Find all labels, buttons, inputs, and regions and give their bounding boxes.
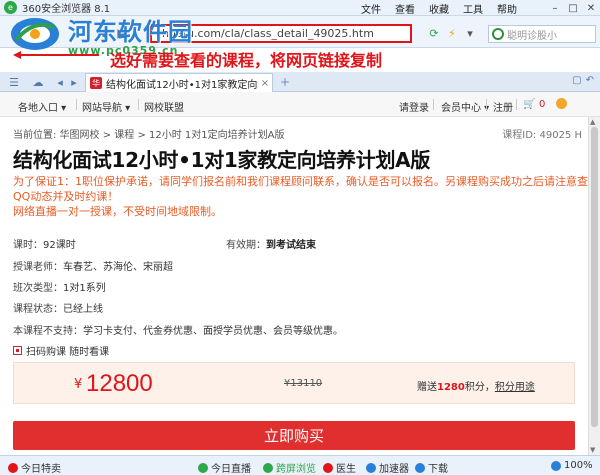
status-zoom[interactable]: 100%	[551, 460, 593, 471]
scrollbar-thumb[interactable]	[591, 127, 598, 427]
status-live[interactable]: 今日直播	[198, 460, 251, 475]
back-icon[interactable]: ◀	[92, 25, 112, 41]
tab-close-icon[interactable]: ×	[258, 78, 272, 89]
close-icon[interactable]: ✕	[582, 0, 600, 16]
address-icons: ⟳ ⚡ ▾	[427, 26, 477, 40]
browser-title: 360安全浏览器 8.1	[22, 4, 111, 15]
menu-list-icon[interactable]: ☰	[6, 75, 22, 89]
tab-active[interactable]: 华 结构化面试12小时•1对1家教定向培养计划A版 ×	[85, 73, 273, 92]
menu-favorites[interactable]: 收藏	[429, 1, 449, 16]
dropdown-icon[interactable]: ▾	[463, 26, 477, 40]
site-favicon-icon: 华	[90, 77, 102, 89]
status-bar: 今日特卖 今日直播 跨屏浏览 医生 加速器 下载 100%	[0, 455, 600, 475]
doctor-icon	[323, 462, 333, 473]
browser-menu: 文件 查看 收藏 工具 帮助	[361, 0, 531, 16]
breadcrumb: 当前位置: 华图网校 > 课程 > 12小时 1对1定向培养计划A版	[13, 130, 285, 141]
menu-tools[interactable]: 工具	[463, 1, 483, 16]
refresh-icon[interactable]: ⟳	[427, 26, 441, 40]
cart-count: 0	[539, 99, 546, 110]
qr-purchase[interactable]: 扫码购课 随时看课	[13, 343, 109, 358]
scrollbar[interactable]: ▲ ▼	[588, 117, 600, 455]
cloud-icon[interactable]: ☁	[30, 75, 46, 89]
window-controls: – □ ✕	[546, 0, 600, 16]
validity-row: 有效期：到考试结束	[226, 240, 316, 251]
nav-entry[interactable]: 各地入口 ▾	[18, 99, 66, 114]
zoom-icon	[551, 460, 561, 471]
restore-icon[interactable]: ▢	[572, 75, 581, 86]
lightning-icon[interactable]: ⚡	[445, 26, 459, 40]
points-usage-link[interactable]: 积分用途	[495, 382, 535, 393]
menu-help[interactable]: 帮助	[497, 1, 517, 16]
notice-line: 为了保证1：1职位保护承诺，请同学们报名前和我们课程顾问联系，确认是否可以报名。…	[13, 175, 588, 188]
price: 12800	[86, 370, 153, 397]
nav-alliance[interactable]: 网校联盟	[144, 99, 184, 114]
nav-divider	[433, 99, 434, 110]
notice: 为了保证1：1职位保护承诺，请同学们报名前和我们课程顾问联系，确认是否可以报名。…	[13, 174, 588, 219]
accelerator-icon	[366, 462, 376, 473]
qr-code-icon	[13, 346, 22, 355]
undo-icon[interactable]: ↶	[586, 75, 594, 86]
class-id: 课程ID: 49025 H	[502, 130, 582, 141]
status-row: 课程状态：已经上线	[13, 304, 103, 315]
nav-divider	[76, 99, 77, 110]
status-today[interactable]: 今日特卖	[8, 460, 61, 475]
nav-register[interactable]: 注册	[493, 99, 513, 114]
annotation-arrow-icon	[13, 51, 99, 59]
nav-divider	[486, 99, 487, 110]
live-icon	[198, 462, 208, 473]
status-fast[interactable]: 跨屏浏览	[263, 460, 316, 475]
status-doctor[interactable]: 医生	[323, 460, 356, 475]
cross-screen-icon	[263, 462, 273, 473]
browser-logo-icon: e	[4, 1, 17, 14]
bonus-points: 赠送1280积分，积分用途	[417, 382, 535, 393]
url-input[interactable]: huatu.com/cla/class_detail_49025.htm	[150, 24, 412, 43]
site-nav: 各地入口 ▾ 网站导航 ▾ 网校联盟 请登录 会员中心 ▾ 注册 🛒 0	[0, 92, 600, 117]
nav-login[interactable]: 请登录	[399, 99, 429, 114]
buy-now-button[interactable]: 立即购买	[13, 421, 575, 450]
tabbar-right-icons: ▢ ↶	[572, 75, 594, 86]
nav-member[interactable]: 会员中心 ▾	[441, 99, 489, 114]
next-tab-icon[interactable]: ▸	[66, 75, 82, 89]
download-icon	[415, 462, 425, 473]
price-box: ¥ 12800 ¥13110 赠送1280积分，积分用途	[13, 362, 575, 404]
teacher-row: 授课老师：车春艺、苏海伦、宋丽超	[13, 262, 173, 273]
minimize-icon[interactable]: –	[546, 0, 564, 16]
forward-icon[interactable]: ▶	[112, 25, 132, 41]
price-currency: ¥	[74, 377, 83, 392]
notice-line: QQ动态并及时约课！	[13, 190, 119, 203]
scroll-up-icon[interactable]: ▲	[590, 118, 595, 126]
series-row: 班次类型：1对1系列	[13, 283, 106, 294]
scroll-down-icon[interactable]: ▼	[590, 446, 595, 454]
annotation-text: 选好需要查看的课程，将网页链接复制	[110, 51, 383, 70]
new-tab-button[interactable]: +	[278, 75, 292, 89]
nav-divider	[516, 99, 517, 110]
nav-divider	[138, 99, 139, 110]
sale-icon	[8, 462, 18, 473]
hours-row: 课时：92课时	[13, 240, 76, 251]
menu-view[interactable]: 查看	[395, 1, 415, 16]
nav-site-nav[interactable]: 网站导航 ▾	[82, 99, 130, 114]
cart-icon[interactable]: 🛒	[523, 99, 535, 110]
tab-bar: ☰ ☁ ◂ ▸ 华 结构化面试12小时•1对1家教定向培养计划A版 × + ▢ …	[0, 72, 600, 92]
maximize-icon[interactable]: □	[564, 0, 582, 16]
address-bar-row: ◀ ▶ huatu.com/cla/class_detail_49025.htm…	[0, 16, 600, 48]
unsupported-row: 本课程不支持：学习卡支付、代金券优惠、面授学员优惠、会员等级优惠。	[13, 326, 343, 337]
notice-line: 网络直播一对一授课，不受时间地域限制。	[13, 205, 222, 218]
page-title: 结构化面试12小时•1对1家教定向培养计划A版	[13, 148, 431, 172]
tab-label: 结构化面试12小时•1对1家教定向培养计划A版	[106, 79, 258, 91]
search-input[interactable]: 聪明诊股小	[488, 25, 596, 43]
search-engine-icon	[492, 28, 504, 40]
avatar[interactable]	[556, 98, 567, 109]
status-download[interactable]: 下载	[415, 460, 448, 475]
menu-file[interactable]: 文件	[361, 1, 381, 16]
status-accelerator[interactable]: 加速器	[366, 460, 409, 475]
original-price: ¥13110	[284, 378, 323, 389]
browser-titlebar: e 360安全浏览器 8.1 文件 查看 收藏 工具 帮助 – □ ✕	[0, 0, 600, 16]
